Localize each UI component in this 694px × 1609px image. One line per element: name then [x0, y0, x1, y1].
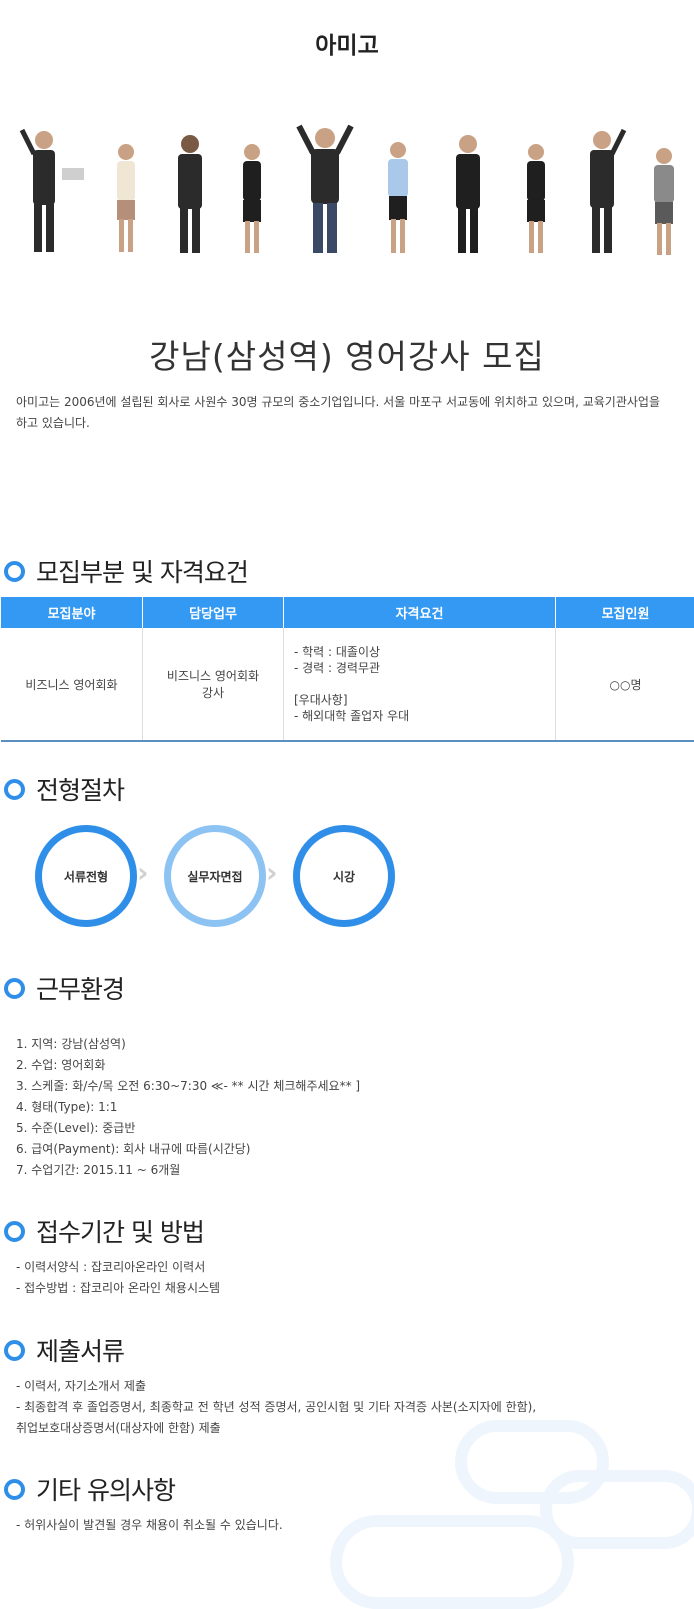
list-item: - 이력서, 자기소개서 제출	[16, 1376, 536, 1397]
qualification-line	[294, 676, 554, 692]
chevron-right-icon: ›	[137, 856, 149, 889]
section-heading-notes: 기타 유의사항	[4, 1472, 175, 1506]
person-figure	[299, 126, 351, 253]
circle-bullet-icon	[4, 1340, 25, 1361]
page-title: 강남(삼성역) 영어강사 모집	[0, 330, 694, 378]
section-heading-documents: 제출서류	[4, 1333, 124, 1367]
list-item: 2. 수업: 영어회화	[16, 1055, 360, 1076]
circle-bullet-icon	[4, 779, 25, 800]
qualification-line: - 학력 : 대졸이상	[294, 644, 554, 660]
section-heading-environment: 근무환경	[4, 971, 124, 1005]
notes-list: - 허위사실이 발견될 경우 채용이 취소될 수 있습니다.	[16, 1515, 283, 1536]
table-row: 비즈니스 영어회화 비즈니스 영어회화 강사 - 학력 : 대졸이상 - 경력 …	[1, 628, 694, 741]
section-title: 모집부분 및 자격요건	[36, 553, 248, 589]
process-step: 서류전형	[35, 825, 137, 927]
requirements-table: 모집분야 담당업무 자격요건 모집인원 비즈니스 영어회화 비즈니스 영어회화 …	[1, 597, 694, 742]
list-item: 취업보호대상증명서(대상자에 한함) 제출	[16, 1418, 536, 1439]
list-item: 7. 수업기간: 2015.11 ~ 6개월	[16, 1160, 360, 1181]
table-header-cell: 모집인원	[556, 597, 694, 628]
step-label: 시강	[333, 868, 355, 885]
list-item: 4. 형태(Type): 1:1	[16, 1097, 360, 1118]
qualification-line: [우대사항]	[294, 692, 554, 708]
company-intro: 아미고는 2006년에 설립된 회사로 사원수 30명 규모의 중소기업입니다.…	[16, 392, 694, 434]
list-item: - 최종합격 후 졸업증명서, 최종학교 전 학년 성적 증명서, 공인시험 및…	[16, 1397, 536, 1418]
background-decoration	[330, 1515, 574, 1609]
chevron-right-icon: ›	[266, 856, 278, 889]
person-figure	[388, 142, 408, 253]
process-step: 실무자면접	[164, 825, 266, 927]
count-cell: ○○명	[556, 628, 694, 741]
duty-cell: 비즈니스 영어회화 강사	[143, 628, 284, 741]
table-header-cell: 담당업무	[143, 597, 284, 628]
staff-illustration	[0, 118, 694, 268]
section-heading-process: 전형절차	[4, 772, 124, 806]
list-item: 3. 스케줄: 화/수/목 오전 6:30~7:30 ≪- ** 시간 체크해주…	[16, 1076, 360, 1097]
qualification-cell: - 학력 : 대졸이상 - 경력 : 경력무관 [우대사항] - 해외대학 졸업…	[284, 628, 556, 741]
person-figure	[590, 130, 624, 253]
environment-list: 1. 지역: 강남(삼성역) 2. 수업: 영어회화 3. 스케줄: 화/수/목…	[16, 1034, 360, 1181]
apply-list: - 이력서양식 : 잡코리아온라인 이력서 - 접수방법 : 잡코리아 온라인 …	[16, 1257, 220, 1299]
person-figure	[178, 135, 202, 253]
duty-line: 비즈니스 영어회화	[144, 667, 282, 684]
list-item: 5. 수준(Level): 중급반	[16, 1118, 360, 1139]
step-label: 서류전형	[64, 868, 108, 885]
section-title: 전형절차	[36, 771, 124, 807]
list-item: 6. 급여(Payment): 회사 내규에 따름(시간당)	[16, 1139, 360, 1160]
field-cell: 비즈니스 영어회화	[1, 628, 143, 741]
section-title: 근무환경	[36, 970, 124, 1006]
section-title: 기타 유의사항	[36, 1471, 175, 1507]
list-item: 1. 지역: 강남(삼성역)	[16, 1034, 360, 1055]
person-figure	[654, 148, 674, 255]
circle-bullet-icon	[4, 1221, 25, 1242]
circle-bullet-icon	[4, 561, 25, 582]
table-header-cell: 자격요건	[284, 597, 556, 628]
qualification-line: - 경력 : 경력무관	[294, 660, 554, 676]
list-item: - 이력서양식 : 잡코리아온라인 이력서	[16, 1257, 220, 1278]
section-title: 접수기간 및 방법	[36, 1213, 204, 1249]
section-title: 제출서류	[36, 1332, 124, 1368]
person-figure	[243, 144, 261, 253]
circle-bullet-icon	[4, 978, 25, 999]
list-item: - 허위사실이 발견될 경우 채용이 취소될 수 있습니다.	[16, 1515, 283, 1536]
table-header-cell: 모집분야	[1, 597, 143, 628]
list-item: - 접수방법 : 잡코리아 온라인 채용시스템	[16, 1278, 220, 1299]
person-figure	[456, 135, 480, 253]
step-label: 실무자면접	[187, 868, 242, 885]
section-heading-recruit: 모집부분 및 자격요건	[4, 554, 248, 588]
company-name: 아미고	[0, 26, 694, 60]
process-step: 시강	[293, 825, 395, 927]
person-figure	[22, 130, 84, 252]
circle-bullet-icon	[4, 1479, 25, 1500]
table-header-row: 모집분야 담당업무 자격요건 모집인원	[1, 597, 694, 628]
person-figure	[117, 144, 135, 252]
documents-list: - 이력서, 자기소개서 제출 - 최종합격 후 졸업증명서, 최종학교 전 학…	[16, 1376, 536, 1439]
qualification-line: - 해외대학 졸업자 우대	[294, 708, 554, 724]
person-figure	[527, 144, 545, 253]
section-heading-apply: 접수기간 및 방법	[4, 1214, 204, 1248]
duty-line: 강사	[144, 684, 282, 701]
